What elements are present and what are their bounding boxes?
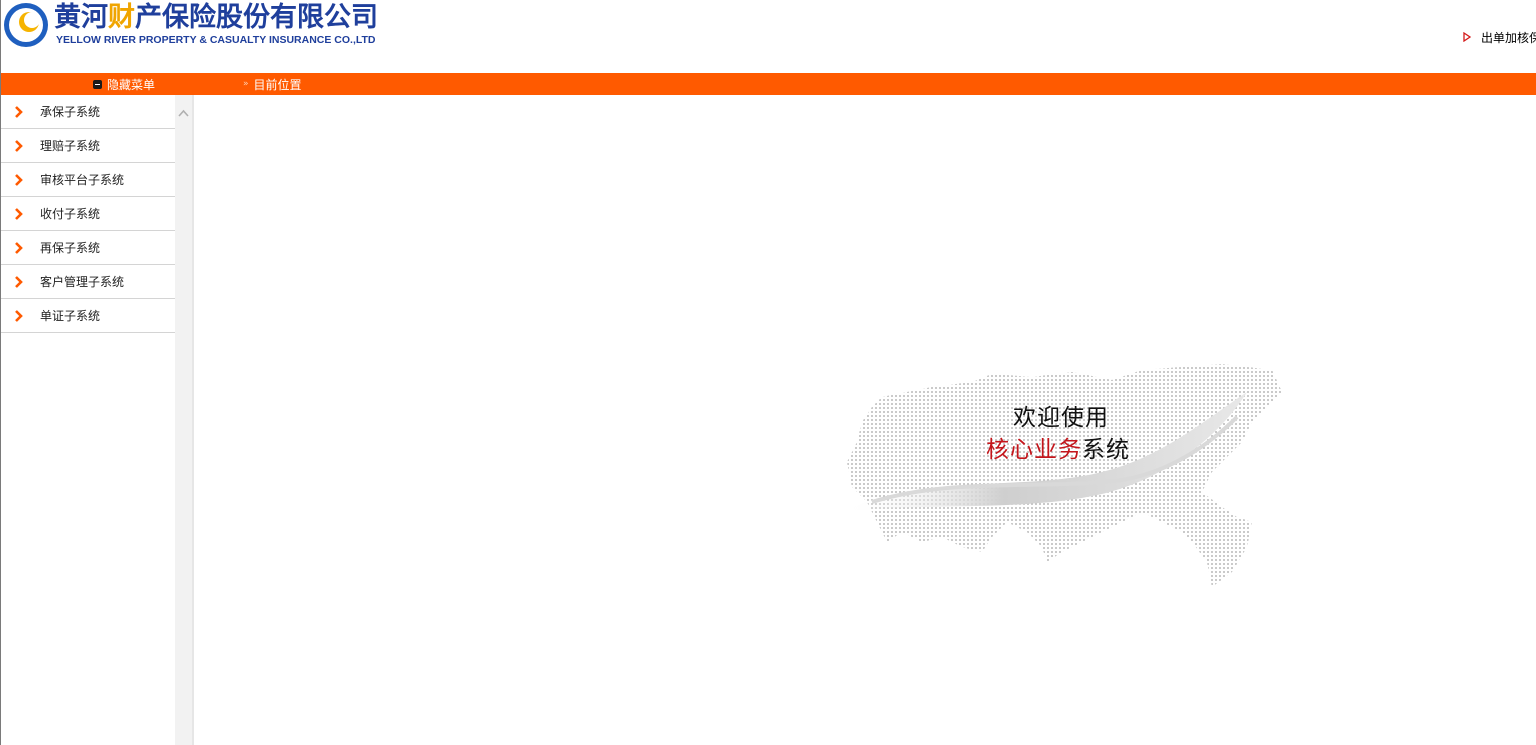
sidebar-item-label: 收付子系统	[40, 207, 101, 221]
sidebar-divider	[192, 95, 194, 745]
brand-cn-part2: 产保险股份有限公司	[135, 2, 378, 33]
sidebar-item-label: 理赔子系统	[40, 139, 101, 153]
chevron-right-icon	[15, 275, 23, 288]
orange-navbar: 隐藏菜单 » 目前位置	[0, 73, 1536, 95]
sidebar-item-reinsurance[interactable]: 再保子系统	[1, 231, 175, 265]
sidebar-item-claims[interactable]: 理赔子系统	[1, 129, 175, 163]
welcome-rest: 系统	[1082, 437, 1130, 463]
chevron-right-icon	[15, 207, 23, 220]
welcome-highlight: 核心业务	[986, 437, 1082, 463]
brand-name-en: YELLOW RIVER PROPERTY & CASUALTY INSURAN…	[56, 34, 376, 46]
sidebar-item-documents[interactable]: 单证子系统	[1, 299, 175, 333]
sidebar-item-payments[interactable]: 收付子系统	[1, 197, 175, 231]
header-right-link[interactable]: 出单加核保	[1463, 28, 1536, 46]
sidebar-item-underwriting[interactable]: 承保子系统	[1, 95, 175, 129]
chevron-up-icon[interactable]	[178, 109, 189, 117]
brand-cn-accent: 财	[108, 2, 135, 33]
world-map-illustration	[842, 364, 1282, 587]
sidebar-scrollbar[interactable]	[175, 95, 192, 745]
sidebar-item-label: 单证子系统	[40, 309, 101, 323]
location-label: 目前位置	[253, 77, 302, 92]
window-left-border	[0, 0, 1, 745]
welcome-title: 欢迎使用	[1013, 405, 1109, 431]
chevron-right-icon	[15, 173, 23, 186]
sidebar-item-label: 审核平台子系统	[40, 173, 125, 187]
brand-cn-part1: 黄河	[54, 2, 108, 33]
header: 黄河财产保险股份有限公司 YELLOW RIVER PROPERTY & CAS…	[0, 0, 1536, 73]
chevron-right-icon	[15, 241, 23, 254]
play-arrow-icon	[1463, 32, 1471, 42]
double-chevron-icon: »	[243, 79, 248, 89]
sidebar-item-audit-platform[interactable]: 审核平台子系统	[1, 163, 175, 197]
brand-name-cn: 黄河财产保险股份有限公司	[54, 2, 378, 34]
sidebar-item-customer-management[interactable]: 客户管理子系统	[1, 265, 175, 299]
current-location: » 目前位置	[243, 73, 302, 95]
company-logo	[4, 3, 48, 47]
hide-menu-button[interactable]: 隐藏菜单	[93, 73, 155, 95]
chevron-right-icon	[15, 139, 23, 152]
sidebar-item-label: 客户管理子系统	[40, 275, 125, 289]
chevron-right-icon	[15, 309, 23, 322]
minus-icon	[93, 79, 102, 89]
sidebar-menu: 承保子系统 理赔子系统 审核平台子系统 收付子系统 再保子系统 客户管理子系统 …	[1, 95, 175, 745]
sidebar-item-label: 承保子系统	[40, 105, 101, 119]
header-right-label: 出单加核保	[1481, 30, 1536, 45]
welcome-subtitle: 核心业务系统	[986, 430, 1130, 464]
chevron-right-icon	[15, 105, 23, 118]
hide-menu-label: 隐藏菜单	[107, 77, 156, 92]
sidebar-item-label: 再保子系统	[40, 241, 101, 255]
